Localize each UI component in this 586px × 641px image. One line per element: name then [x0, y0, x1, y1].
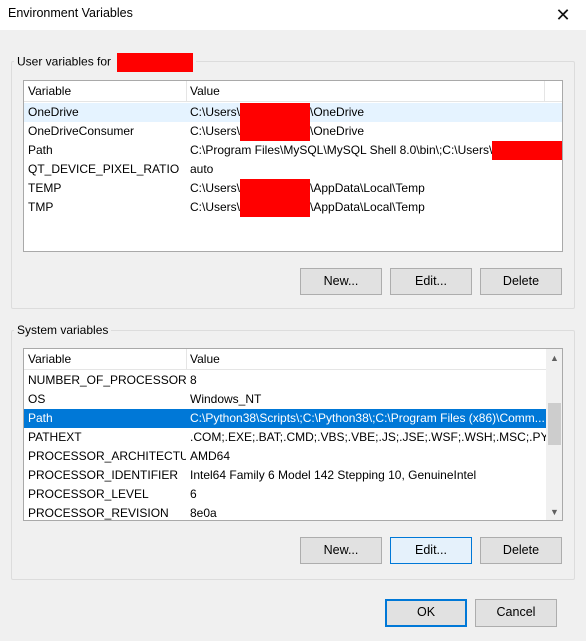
column-header-value[interactable]: Value — [186, 81, 544, 101]
list-item[interactable]: PROCESSOR_IDENTIFIER Intel64 Family 6 Mo… — [24, 466, 562, 485]
variable-name: PROCESSOR_ARCHITECTURE — [28, 449, 186, 463]
list-item[interactable]: OS Windows_NT — [24, 390, 562, 409]
list-item[interactable]: Path C:\Program Files\MySQL\MySQL Shell … — [24, 141, 562, 160]
user-new-button[interactable]: New... — [300, 268, 382, 295]
ok-button[interactable]: OK — [385, 599, 467, 627]
variable-value: 8 — [190, 373, 197, 387]
variable-value: Windows_NT — [190, 392, 262, 406]
close-icon[interactable]: ✕ — [540, 0, 586, 30]
variable-value: .COM;.EXE;.BAT;.CMD;.VBS;.VBE;.JS;.JSE;.… — [190, 430, 546, 444]
variable-name: TEMP — [28, 181, 62, 195]
redacted-username — [240, 122, 311, 141]
column-header-variable[interactable]: Variable — [24, 349, 186, 369]
redacted-username — [240, 179, 311, 198]
variable-value: Intel64 Family 6 Model 142 Stepping 10, … — [190, 468, 477, 482]
scrollbar-thumb[interactable] — [548, 403, 561, 445]
variable-name: Path — [28, 143, 53, 157]
variable-name: OS — [28, 392, 46, 406]
variable-name: OneDriveConsumer — [28, 124, 135, 138]
list-item[interactable]: NUMBER_OF_PROCESSORS 8 — [24, 371, 562, 390]
scroll-down-icon[interactable]: ▼ — [546, 503, 562, 520]
system-variables-label: System variables — [14, 322, 112, 338]
list-item[interactable]: PROCESSOR_ARCHITECTURE AMD64 — [24, 447, 562, 466]
list-item[interactable]: OneDriveConsumer C:\Users\ \OneDrive — [24, 122, 562, 141]
cancel-button[interactable]: Cancel — [475, 599, 557, 627]
variable-value: AMD64 — [190, 449, 231, 463]
list-item-selected[interactable]: Path C:\Python38\Scripts\;C:\Python38\;C… — [24, 409, 546, 428]
variable-value: C:\Users\ \AppData\Local\Temp — [186, 198, 562, 217]
variable-value: auto — [190, 162, 214, 176]
user-variables-list[interactable]: Variable Value OneDrive C:\Users\ \OneDri… — [23, 80, 563, 252]
column-divider[interactable] — [544, 81, 545, 101]
list-item[interactable]: OneDrive C:\Users\ \OneDrive — [24, 103, 562, 122]
list-item[interactable]: PATHEXT .COM;.EXE;.BAT;.CMD;.VBS;.VBE;.J… — [24, 428, 562, 447]
variable-name: PROCESSOR_IDENTIFIER — [28, 468, 179, 482]
variable-name: NUMBER_OF_PROCESSORS — [28, 373, 186, 387]
system-new-button[interactable]: New... — [300, 537, 382, 564]
redacted-username — [240, 103, 311, 122]
list-item[interactable]: TEMP C:\Users\ \AppData\Local\Temp — [24, 179, 562, 198]
variable-name: QT_DEVICE_PIXEL_RATIO — [28, 162, 180, 176]
window-title: Environment Variables — [8, 6, 133, 20]
system-list-header: Variable Value — [24, 349, 562, 370]
redacted-username — [117, 53, 194, 72]
user-variables-label: User variables for — [14, 53, 197, 72]
system-variables-list[interactable]: Variable Value NUMBER_OF_PROCESSORS 8 OS… — [23, 348, 563, 521]
column-header-value[interactable]: Value — [186, 349, 544, 369]
variable-value: C:\Users\ \AppData\Local\Temp — [186, 179, 562, 198]
scroll-up-icon[interactable]: ▲ — [546, 349, 562, 366]
redacted-username — [240, 198, 311, 217]
user-list-header: Variable Value — [24, 81, 562, 102]
user-delete-button[interactable]: Delete — [480, 268, 562, 295]
user-edit-button[interactable]: Edit... — [390, 268, 472, 295]
title-bar: Environment Variables ✕ — [0, 0, 586, 30]
variable-value: C:\Users\ \OneDrive — [186, 122, 562, 141]
variable-name: PROCESSOR_LEVEL — [28, 487, 149, 501]
variable-value: 6 — [190, 487, 197, 501]
variable-value: 8e0a — [190, 506, 217, 520]
variable-name: Path — [28, 411, 53, 425]
list-item[interactable]: TMP C:\Users\ \AppData\Local\Temp — [24, 198, 562, 217]
list-item[interactable]: QT_DEVICE_PIXEL_RATIO auto — [24, 160, 562, 179]
system-edit-button[interactable]: Edit... — [390, 537, 472, 564]
list-item[interactable]: PROCESSOR_REVISION 8e0a — [24, 504, 562, 520]
column-header-variable[interactable]: Variable — [24, 81, 186, 101]
variable-name: PATHEXT — [28, 430, 82, 444]
vertical-scrollbar[interactable]: ▲ ▼ — [546, 349, 562, 520]
list-item[interactable]: PROCESSOR_LEVEL 6 — [24, 485, 562, 504]
variable-value: C:\Users\ \OneDrive — [186, 103, 562, 122]
system-delete-button[interactable]: Delete — [480, 537, 562, 564]
redacted-username — [492, 141, 562, 160]
variable-name: TMP — [28, 200, 54, 214]
variable-value: C:\Program Files\MySQL\MySQL Shell 8.0\b… — [186, 141, 562, 160]
variable-value: C:\Python38\Scripts\;C:\Python38\;C:\Pro… — [190, 411, 545, 425]
variable-name: PROCESSOR_REVISION — [28, 506, 169, 520]
variable-name: OneDrive — [28, 105, 79, 119]
